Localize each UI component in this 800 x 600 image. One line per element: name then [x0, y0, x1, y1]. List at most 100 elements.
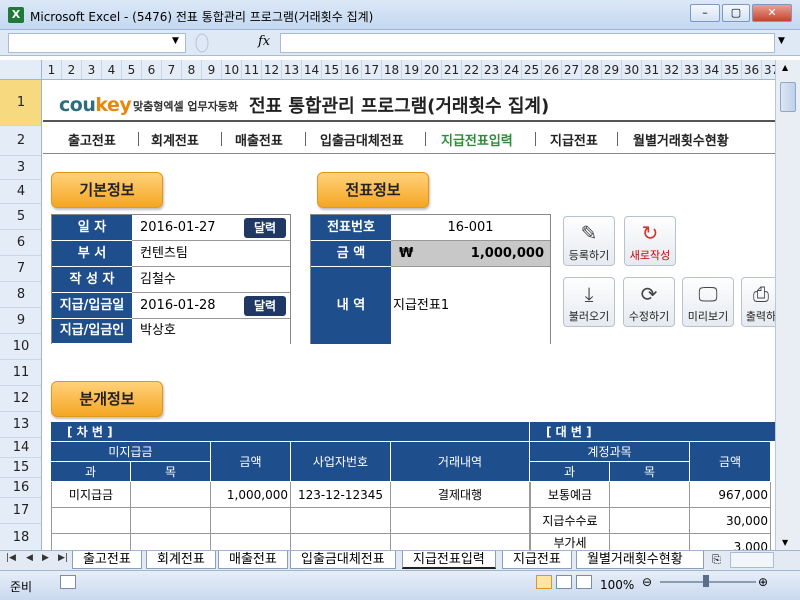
column-header[interactable]: 23 — [482, 60, 502, 79]
row-header[interactable]: 18 — [0, 524, 41, 550]
column-header[interactable]: 11 — [242, 60, 262, 79]
desc-field[interactable]: 지급전표1 — [391, 267, 550, 344]
preview-button[interactable]: 🖵 미리보기 — [682, 277, 734, 327]
macro-record-icon[interactable] — [60, 575, 76, 589]
column-header[interactable]: 17 — [362, 60, 382, 79]
print-button[interactable]: ⎙ 출력하 — [741, 277, 775, 327]
row-header[interactable]: 15 — [0, 458, 41, 478]
name-box[interactable] — [8, 33, 186, 53]
debit-row-desc[interactable] — [391, 534, 530, 550]
first-sheet-icon[interactable]: |◀ — [6, 553, 16, 563]
nav-maechul[interactable]: 매출전표 — [235, 130, 283, 149]
register-button[interactable]: ✎ 등록하기 — [563, 216, 615, 266]
row-header[interactable]: 14 — [0, 438, 41, 458]
calendar-button-2[interactable]: 달력 — [244, 296, 286, 316]
sheet-tab-jigeup-input[interactable]: 지급전표입력 — [402, 551, 496, 569]
maximize-button[interactable]: ▢ — [722, 4, 750, 22]
debit-row-item[interactable] — [131, 508, 211, 534]
column-header[interactable]: 29 — [602, 60, 622, 79]
column-header[interactable]: 1 — [42, 60, 62, 79]
column-header[interactable]: 12 — [262, 60, 282, 79]
edit-button[interactable]: ⟳ 수정하기 — [623, 277, 675, 327]
scroll-thumb[interactable] — [780, 82, 796, 112]
debit-row-amount[interactable] — [211, 508, 291, 534]
row-header[interactable]: 9 — [0, 308, 41, 334]
debit-row-sub[interactable] — [51, 508, 131, 534]
scroll-up-icon[interactable]: ▲ — [782, 63, 788, 72]
debit-row-amount[interactable]: 1,000,000 — [211, 482, 291, 508]
nav-ipchulgeum[interactable]: 입출금대체전표 — [320, 130, 404, 149]
debit-row-sub[interactable]: 미지급금 — [51, 482, 131, 508]
column-header[interactable]: 34 — [702, 60, 722, 79]
select-all-corner[interactable] — [0, 60, 42, 79]
row-header[interactable]: 16 — [0, 478, 41, 498]
row-header[interactable]: 2 — [0, 126, 41, 156]
credit-row-amount[interactable]: 967,000 — [690, 482, 771, 508]
column-header[interactable]: 37 — [762, 60, 775, 79]
insert-sheet-icon[interactable]: ⎘ — [712, 553, 721, 567]
section-basic-info[interactable]: 기본정보 — [51, 172, 163, 208]
column-header[interactable]: 21 — [442, 60, 462, 79]
debit-row-bizno[interactable] — [291, 508, 391, 534]
sheet-tab-chulgo[interactable]: 출고전표 — [72, 551, 142, 569]
row-header[interactable]: 5 — [0, 204, 41, 230]
nav-hoegye[interactable]: 회계전표 — [151, 130, 199, 149]
expand-formula-icon[interactable]: ▼ — [778, 36, 785, 46]
column-header[interactable]: 20 — [422, 60, 442, 79]
debit-row-item[interactable] — [131, 482, 211, 508]
column-header[interactable]: 5 — [122, 60, 142, 79]
debit-row-item[interactable] — [131, 534, 211, 550]
credit-row-sub[interactable]: 부가세 — [530, 534, 610, 550]
debit-row-desc[interactable]: 결제대행 — [391, 482, 530, 508]
column-header[interactable]: 25 — [522, 60, 542, 79]
column-header[interactable]: 13 — [282, 60, 302, 79]
debit-row-desc[interactable] — [391, 508, 530, 534]
row-header[interactable]: 6 — [0, 230, 41, 256]
row-header[interactable]: 10 — [0, 334, 41, 360]
credit-row-sub[interactable]: 지급수수료 — [530, 508, 610, 534]
nav-chulgo[interactable]: 출고전표 — [68, 130, 116, 149]
last-sheet-icon[interactable]: ▶| — [58, 553, 68, 563]
column-header[interactable]: 32 — [662, 60, 682, 79]
writer-field[interactable]: 김철수 — [132, 267, 290, 293]
formula-input[interactable] — [280, 33, 775, 53]
column-header[interactable]: 4 — [102, 60, 122, 79]
column-header[interactable]: 30 — [622, 60, 642, 79]
vertical-scrollbar[interactable]: ▲ ▼ — [775, 60, 800, 550]
section-voucher-info[interactable]: 전표정보 — [317, 172, 429, 208]
column-header[interactable]: 31 — [642, 60, 662, 79]
column-header[interactable]: 28 — [582, 60, 602, 79]
horizontal-scrollbar[interactable] — [730, 552, 774, 568]
scroll-down-icon[interactable]: ▼ — [782, 538, 788, 547]
column-header[interactable]: 33 — [682, 60, 702, 79]
debit-row-bizno[interactable]: 123-12-12345 — [291, 482, 391, 508]
debit-row-sub[interactable] — [51, 534, 131, 550]
column-header[interactable]: 9 — [202, 60, 222, 79]
column-header[interactable]: 36 — [742, 60, 762, 79]
nav-jigeup-input[interactable]: 지급전표입력 — [441, 130, 513, 149]
sheet-tab-jigeup[interactable]: 지급전표 — [502, 551, 572, 569]
zoom-in-icon[interactable]: ⊕ — [758, 575, 768, 589]
sheet-tab-ipchulgeum[interactable]: 입출금대체전표 — [290, 551, 396, 569]
column-header[interactable]: 27 — [562, 60, 582, 79]
row-header[interactable]: 8 — [0, 282, 41, 308]
credit-row-item[interactable] — [610, 508, 690, 534]
credit-row-sub[interactable]: 보통예금 — [530, 482, 610, 508]
column-header[interactable]: 22 — [462, 60, 482, 79]
column-header[interactable]: 8 — [182, 60, 202, 79]
normal-view-icon[interactable] — [536, 575, 552, 589]
column-header[interactable]: 2 — [62, 60, 82, 79]
column-header[interactable]: 3 — [82, 60, 102, 79]
column-header[interactable]: 10 — [222, 60, 242, 79]
column-header[interactable]: 14 — [302, 60, 322, 79]
row-header[interactable]: 7 — [0, 256, 41, 282]
excel-icon[interactable]: X — [8, 7, 24, 23]
row-header[interactable]: 11 — [0, 360, 41, 386]
page-layout-icon[interactable] — [556, 575, 572, 589]
page-break-icon[interactable] — [576, 575, 592, 589]
sheet-tab-monthly[interactable]: 월별거래횟수현황 — [576, 551, 704, 569]
close-button[interactable]: ✕ — [752, 4, 792, 22]
payer-field[interactable]: 박상호 — [132, 319, 290, 344]
column-header[interactable]: 18 — [382, 60, 402, 79]
row-header[interactable]: 12 — [0, 386, 41, 412]
